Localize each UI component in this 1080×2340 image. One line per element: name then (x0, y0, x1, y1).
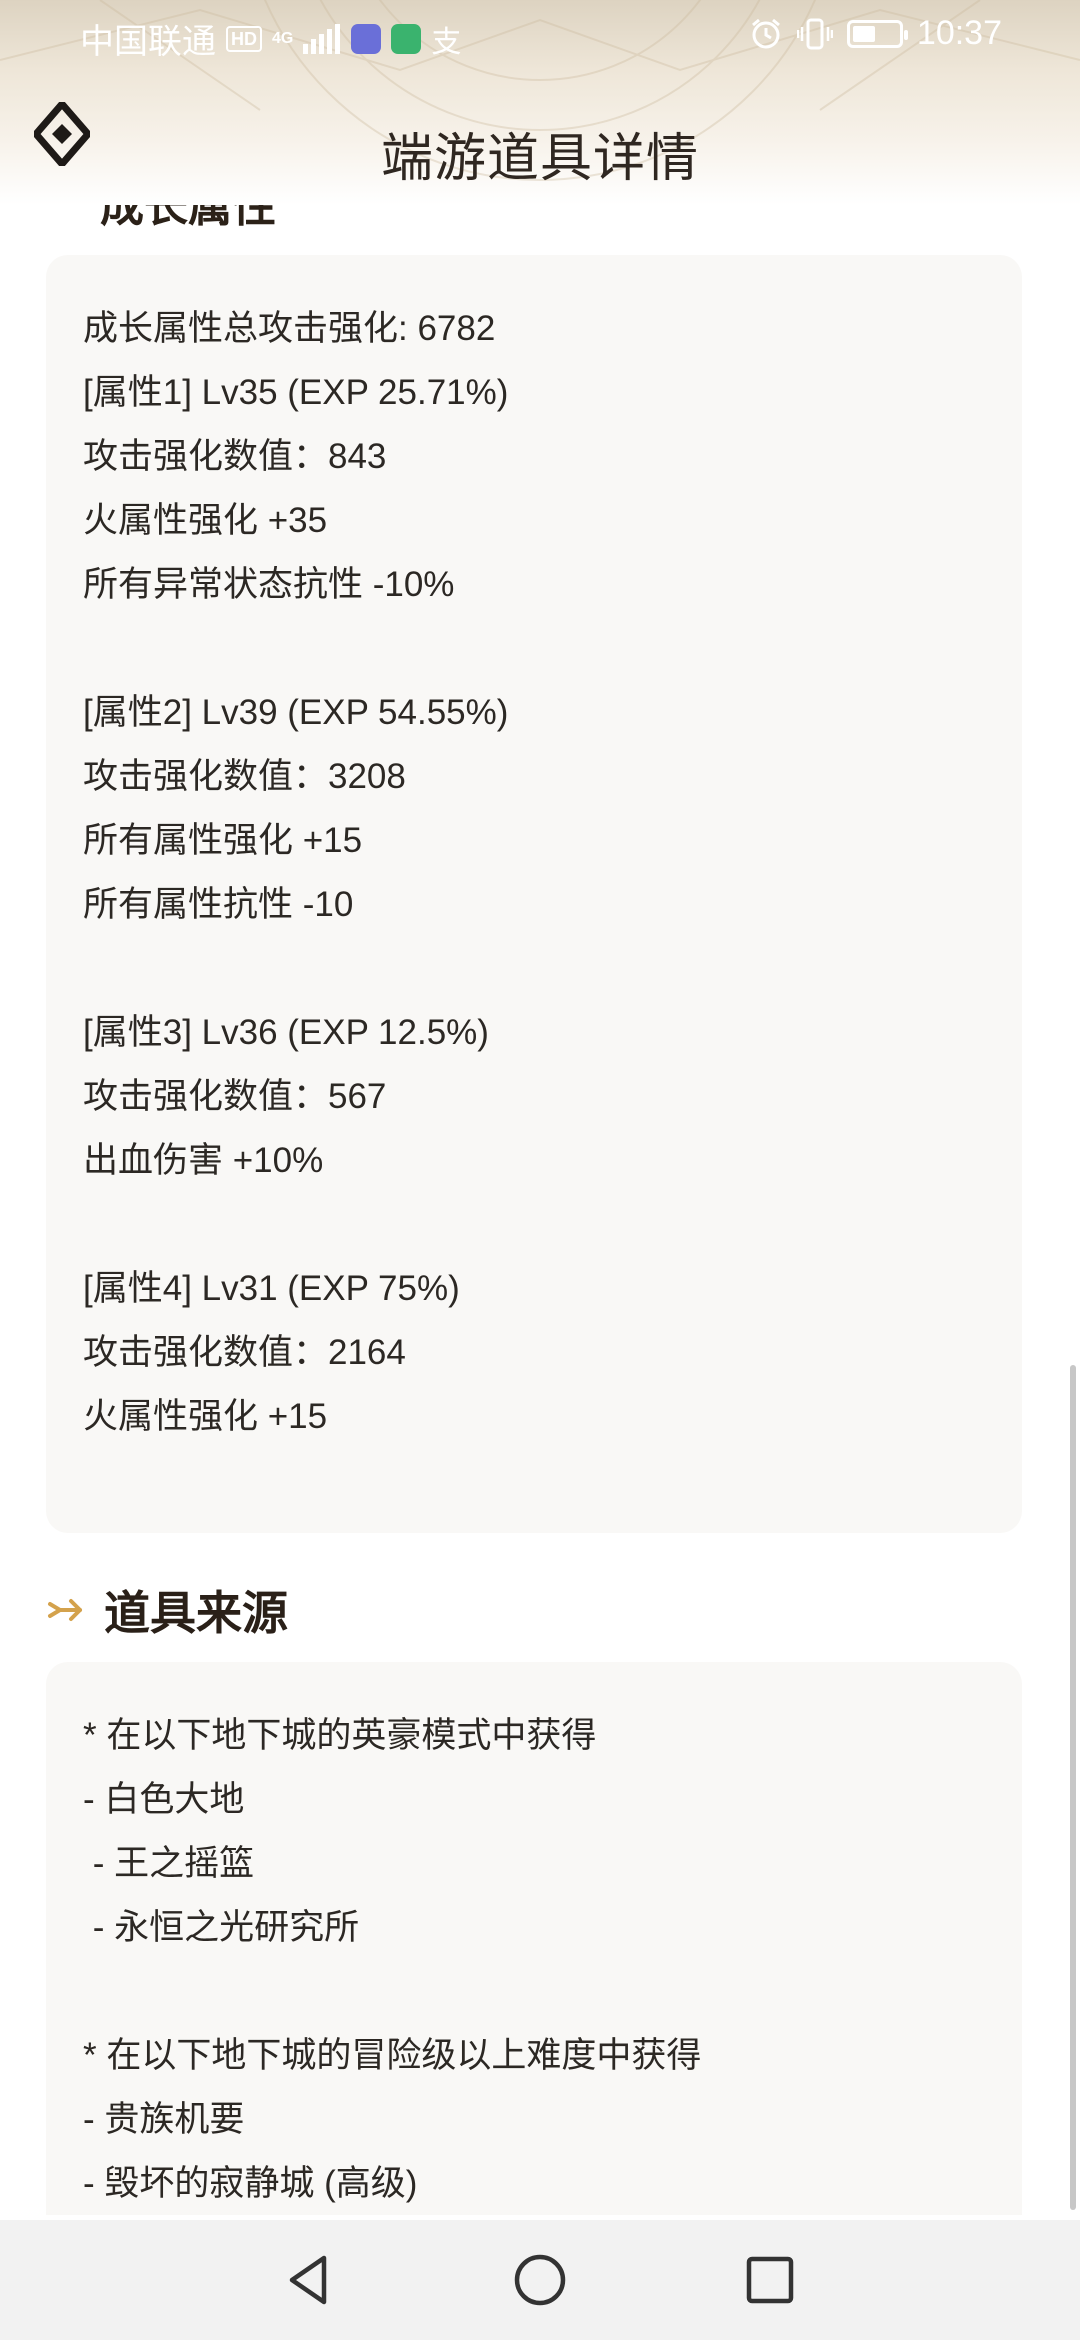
source-line: * 在以下地下城的英豪模式中获得 (83, 1716, 597, 1755)
music-icon (351, 23, 382, 54)
alipay-icon: 支 (431, 25, 462, 59)
source-line: * 在以下地下城的冒险级以上难度中获得 (83, 2036, 702, 2075)
hd-icon: HD (226, 25, 262, 52)
attr-line: [属性4] Lv31 (EXP 75%) (83, 1269, 460, 1308)
attr-line: 攻击强化数值：567 (83, 1077, 387, 1116)
attr-line: [属性1] Lv35 (EXP 25.71%) (83, 373, 509, 412)
attr-line: 攻击强化数值：843 (83, 437, 387, 476)
vibrate-icon (796, 18, 833, 49)
source-section-title: 道具来源 (104, 1587, 288, 1639)
growth-attributes-card: 成长属性总攻击强化: 6782 [属性1] Lv35 (EXP 25.71%) … (46, 255, 1022, 1533)
scrollbar[interactable] (1070, 1365, 1076, 2210)
attr-line: 火属性强化 +35 (83, 501, 328, 540)
attr-line: [属性3] Lv36 (EXP 12.5%) (83, 1013, 489, 1052)
source-line: - 贵族机要 (83, 2100, 245, 2139)
app-header: 端游道具详情 (0, 72, 1080, 192)
back-icon[interactable] (278, 2248, 342, 2312)
signal-icon (303, 23, 341, 54)
attr-line: 火属性强化 +15 (83, 1397, 328, 1436)
attr-line: 出血伤害 +10% (83, 1141, 324, 1180)
system-nav-bar (0, 2220, 1080, 2340)
source-line: - 王之摇篮 (83, 1844, 255, 1883)
attr-line: 成长属性总攻击强化: 6782 (83, 309, 496, 348)
scroll-content[interactable]: 成长属性 成长属性总攻击强化: 6782 [属性1] Lv35 (EXP 25.… (0, 0, 1080, 2215)
arrow-right-icon (48, 1599, 82, 1621)
chat-icon (391, 23, 422, 54)
battery-icon (846, 19, 908, 48)
status-bar: 中国联通 HD 4G 支 10:37 (0, 0, 1080, 72)
attr-line: 所有属性强化 +15 (83, 821, 363, 860)
attr-line: 所有属性抗性 -10 (83, 885, 354, 924)
home-icon[interactable] (508, 2248, 572, 2312)
page-title: 端游道具详情 (380, 130, 699, 188)
source-section-header: 道具来源 (46, 1580, 288, 1640)
attr-line: 攻击强化数值：3208 (83, 757, 406, 796)
carrier-label: 中国联通 (80, 23, 216, 61)
attr-line: 攻击强化数值：2164 (83, 1333, 406, 1372)
attr-line: 所有异常状态抗性 -10% (83, 565, 455, 604)
recents-icon[interactable] (738, 2248, 802, 2312)
source-line: - 永恒之光研究所 (83, 1908, 360, 1947)
source-card: * 在以下地下城的英豪模式中获得 - 白色大地 - 王之摇篮 - 永恒之光研究所… (46, 1662, 1022, 2215)
source-line: - 毁坏的寂静城 (高级) (83, 2164, 418, 2203)
alarm-icon (751, 18, 780, 48)
attr-line: [属性2] Lv39 (EXP 54.55%) (83, 693, 509, 732)
app-header-background: 中国联通 HD 4G 支 10:37 端游道具详情 (0, 0, 1080, 205)
network-type-label: 4G (272, 29, 294, 47)
status-time: 10:37 (916, 14, 1002, 52)
source-line: - 白色大地 (83, 1780, 245, 1819)
